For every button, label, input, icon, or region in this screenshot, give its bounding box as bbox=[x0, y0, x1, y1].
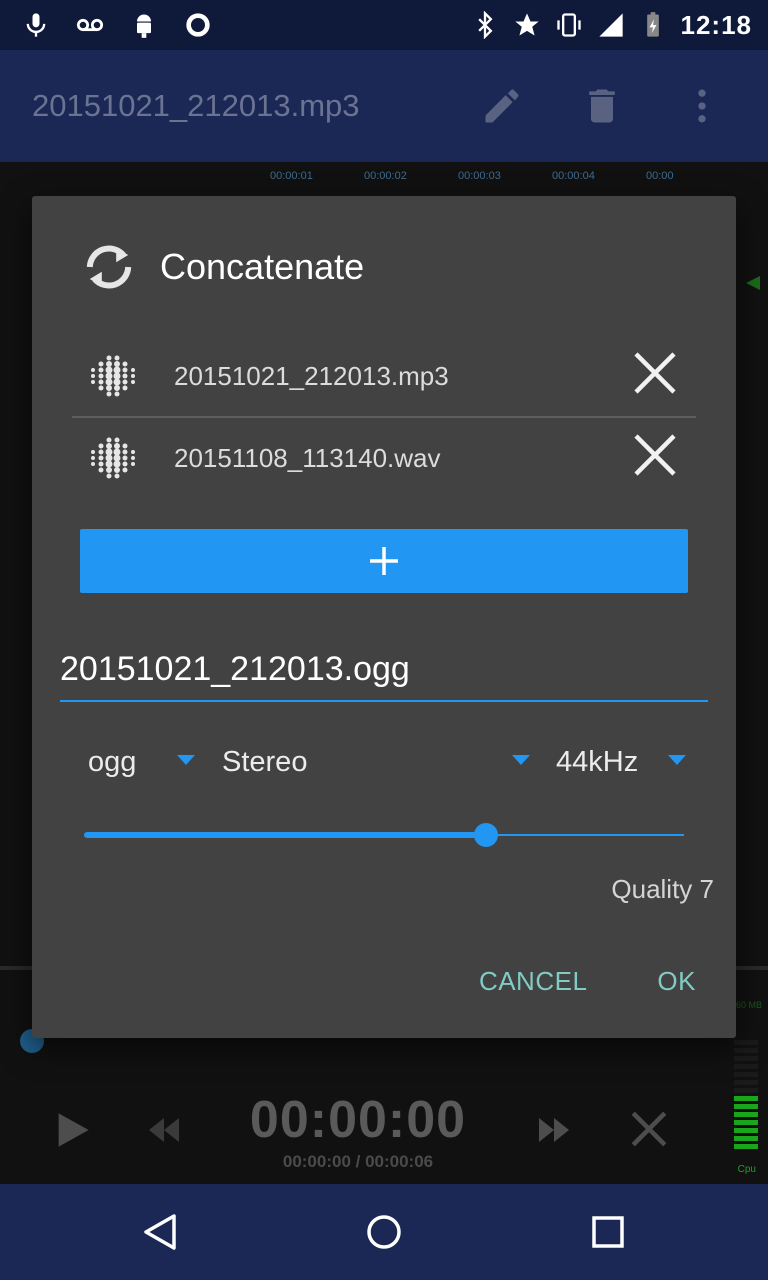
meter-segment bbox=[734, 1072, 758, 1077]
meter-segment bbox=[734, 1080, 758, 1085]
dialog-title: Concatenate bbox=[160, 246, 365, 287]
cancel-button[interactable]: CANCEL bbox=[479, 966, 587, 997]
slider-thumb[interactable] bbox=[474, 823, 498, 847]
timeline-tick: 00:00:04 bbox=[552, 170, 595, 182]
current-time: 00:00:00 bbox=[249, 1091, 467, 1149]
transport-controls: 00:00:00 00:00:00 / 00:00:06 bbox=[0, 1090, 768, 1180]
android-icon bbox=[130, 11, 158, 39]
list-item: 20151021_212013.mp3 bbox=[72, 336, 696, 418]
audio-file-icon bbox=[78, 425, 144, 491]
fast-forward-icon[interactable] bbox=[536, 1115, 572, 1145]
home-icon[interactable] bbox=[364, 1212, 404, 1252]
timeline-tick: 00:00 bbox=[646, 170, 674, 182]
back-icon[interactable] bbox=[140, 1212, 180, 1252]
dialog-actions: CANCEL OK bbox=[479, 966, 696, 997]
list-item: 20151108_113140.wav bbox=[72, 418, 696, 498]
status-right-icons: 12:18 bbox=[471, 8, 753, 42]
remove-file-icon[interactable] bbox=[630, 348, 680, 398]
slider-fill bbox=[84, 832, 486, 838]
remove-file-icon[interactable] bbox=[630, 430, 680, 480]
audio-file-icon bbox=[78, 343, 144, 409]
meter-segment bbox=[734, 1064, 758, 1069]
add-file-button[interactable] bbox=[80, 529, 688, 593]
format-select[interactable]: ogg bbox=[88, 740, 195, 784]
timeline-tick: 00:00:03 bbox=[458, 170, 501, 182]
dropdown-arrow-icon bbox=[512, 755, 530, 765]
circle-app-icon bbox=[184, 11, 212, 39]
meter-segment bbox=[734, 1056, 758, 1061]
voicemail-icon bbox=[76, 11, 104, 39]
dropdown-arrow-icon bbox=[668, 755, 686, 765]
concatenate-dialog: Concatenate 20151021_212013.mp3 20151108… bbox=[32, 196, 736, 1038]
recent-apps-icon[interactable] bbox=[590, 1214, 626, 1250]
app-bar-actions bbox=[480, 84, 724, 128]
vibrate-icon bbox=[555, 11, 583, 39]
timeline-tick: 00:00:01 bbox=[270, 170, 313, 182]
star-icon bbox=[513, 11, 541, 39]
format-value: ogg bbox=[88, 745, 137, 778]
output-filename-field[interactable] bbox=[60, 644, 708, 702]
plus-icon bbox=[370, 547, 398, 575]
status-time: 12:18 bbox=[680, 9, 752, 40]
battery-icon bbox=[639, 11, 667, 39]
file-name: 20151021_212013.mp3 bbox=[174, 360, 449, 391]
bluetooth-icon bbox=[471, 10, 499, 40]
close-icon[interactable] bbox=[628, 1108, 670, 1150]
output-filename-input[interactable] bbox=[60, 650, 708, 689]
meter-top-label: 60 MB bbox=[735, 1000, 762, 1010]
timeline-ruler: 00:00:01 00:00:02 00:00:03 00:00:04 00:0… bbox=[270, 170, 740, 194]
signal-icon bbox=[597, 11, 625, 39]
dropdown-arrow-icon bbox=[177, 755, 195, 765]
edit-icon[interactable] bbox=[480, 84, 524, 128]
sample-rate-select[interactable]: 44kHz bbox=[556, 740, 688, 784]
app-bar-title: 20151021_212013.mp3 bbox=[32, 88, 360, 123]
position-duration: 00:00:00 / 00:00:06 bbox=[282, 1152, 434, 1171]
microphone-icon bbox=[22, 11, 50, 39]
channels-value: Stereo bbox=[222, 745, 308, 778]
more-vert-icon[interactable] bbox=[680, 84, 724, 128]
meter-segment bbox=[734, 1048, 758, 1053]
sample-rate-value: 44kHz bbox=[556, 745, 639, 778]
dialog-header: Concatenate bbox=[80, 240, 364, 294]
navigation-bar bbox=[0, 1184, 768, 1280]
status-bar: 12:18 bbox=[0, 0, 768, 50]
meter-segment bbox=[734, 1040, 758, 1045]
concatenate-icon bbox=[80, 243, 138, 291]
ok-button[interactable]: OK bbox=[657, 966, 696, 997]
app-bar: 20151021_212013.mp3 bbox=[0, 50, 768, 162]
file-name: 20151108_113140.wav bbox=[174, 442, 441, 473]
channels-select[interactable]: Stereo bbox=[222, 740, 532, 784]
file-list: 20151021_212013.mp3 20151108_113140.wav bbox=[72, 336, 696, 498]
status-left-icons bbox=[22, 8, 212, 42]
timeline-tick: 00:00:02 bbox=[364, 170, 407, 182]
quality-label: Quality 7 bbox=[611, 874, 714, 904]
delete-icon[interactable] bbox=[580, 84, 624, 128]
playhead-marker bbox=[746, 276, 760, 290]
